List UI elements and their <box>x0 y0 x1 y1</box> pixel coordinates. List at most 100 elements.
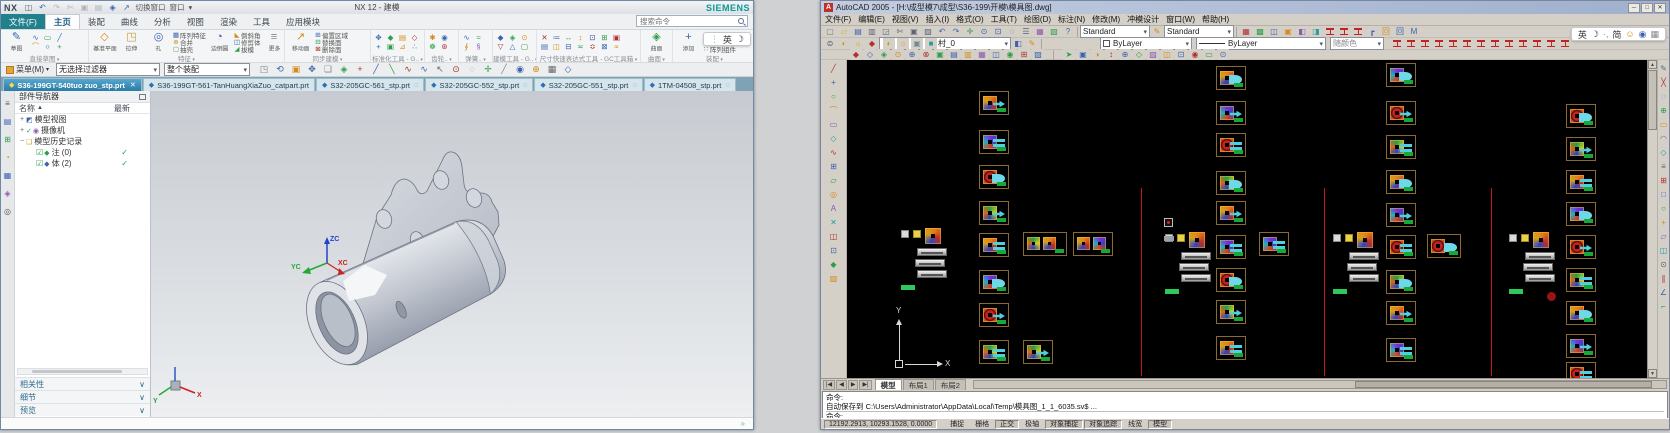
snap-tool-icon[interactable]: ▤ <box>948 49 960 60</box>
ribbon-button[interactable]: +添加 <box>675 31 702 53</box>
plot-style-dropdown[interactable]: 随颜色▾ <box>1330 37 1384 50</box>
dimension-tool-icon[interactable]: ⊡ <box>1175 49 1187 60</box>
dimension-tool-icon[interactable]: ⊕ <box>1119 49 1131 60</box>
die-design-tool-button[interactable] <box>1419 38 1431 49</box>
close-icon[interactable]: ✕ <box>130 81 136 89</box>
die-design-tool-button[interactable] <box>1447 38 1459 49</box>
tab-装配[interactable]: 装配 <box>80 14 113 29</box>
ribbon-grid-icon[interactable]: ∴ <box>409 42 420 51</box>
status-toggle-捕捉[interactable]: 捕捉 <box>945 420 969 429</box>
tree-expander-icon[interactable]: − <box>18 138 26 145</box>
die-design-tool-button[interactable] <box>1324 26 1336 37</box>
selection-tool-icon[interactable]: ∿ <box>417 63 431 76</box>
drawing-block[interactable] <box>1566 104 1596 128</box>
dimension-tool-icon[interactable]: ◑ <box>1091 49 1103 60</box>
ribbon-grid-icon[interactable]: ⊞ <box>599 33 610 42</box>
draw-tool-icon[interactable]: + <box>827 77 840 89</box>
selection-tool-icon[interactable]: ◳ <box>257 63 271 76</box>
ime-emoji-icon[interactable]: ☺ <box>1625 29 1634 39</box>
layer-tool-icon[interactable]: ☼ <box>852 38 864 49</box>
tab-曲线[interactable]: 曲线 <box>113 14 146 29</box>
drawing-block[interactable] <box>979 340 1009 364</box>
standard-toolbar-icon[interactable]: ↶ <box>936 26 948 37</box>
drawing-block[interactable] <box>1386 203 1416 227</box>
close-button[interactable]: ✕ <box>1654 3 1666 13</box>
ribbon-grid-icon[interactable]: ◆ <box>495 33 506 42</box>
ribbon-grid-icon[interactable]: ↕ <box>575 33 586 42</box>
draw-tool-icon[interactable]: ◫ <box>827 231 840 243</box>
status-expand-icon[interactable]: » <box>741 419 745 428</box>
selection-tool-icon[interactable]: ▣ <box>289 63 303 76</box>
ribbon-grid-icon[interactable]: ▤ <box>539 42 550 51</box>
standard-toolbar-icon[interactable]: ↷ <box>950 26 962 37</box>
part-views-cluster[interactable] <box>1509 232 1565 294</box>
menu-dropdown-button[interactable]: 菜单(M)▾ <box>3 64 52 76</box>
standard-toolbar-icon[interactable]: ▱ <box>838 26 850 37</box>
drawing-block[interactable] <box>1216 300 1246 324</box>
standard-toolbar-icon[interactable]: ◌ <box>1006 26 1018 37</box>
dimension-tool-icon[interactable]: ◫ <box>1161 49 1173 60</box>
search-input[interactable] <box>640 17 730 26</box>
ribbon-grid-icon[interactable]: ▤ <box>397 33 408 42</box>
modify-tool-icon[interactable]: ▭ <box>1657 119 1670 131</box>
ime-language-toggle[interactable]: 英 <box>723 33 732 46</box>
drawing-block[interactable] <box>1216 101 1246 125</box>
menu-工具(T)[interactable]: 工具(T) <box>991 14 1017 25</box>
drawing-block[interactable] <box>1566 301 1596 325</box>
ribbon-group-label[interactable]: 特征 <box>89 53 284 62</box>
draw-tool-icon[interactable]: A <box>827 203 840 215</box>
dimension-tool-icon[interactable]: ▨ <box>1147 49 1159 60</box>
ime-moon-icon[interactable]: ☽ <box>736 34 744 45</box>
standard-toolbar-icon[interactable]: ▨ <box>922 26 934 37</box>
ribbon-button[interactable]: ≡更多 <box>261 31 285 53</box>
drawing-block[interactable] <box>1386 101 1416 125</box>
die-design-tool-button[interactable] <box>1503 38 1515 49</box>
die-design-tool-button[interactable] <box>1461 38 1473 49</box>
pencil-icon[interactable]: ✎ <box>1151 26 1163 37</box>
standard-toolbar-icon[interactable]: ◲ <box>880 26 892 37</box>
resource-bar-icon[interactable]: ⊞ <box>2 134 14 146</box>
ime-simplified-toggle[interactable]: 简 <box>1612 28 1621 41</box>
resource-bar-icon[interactable]: ▦ <box>2 170 14 182</box>
chevron-down-icon[interactable]: ▾ <box>189 3 193 12</box>
drawing-block[interactable] <box>1073 232 1113 256</box>
layer-tool-icon[interactable]: ◧ <box>1012 38 1024 49</box>
drawing-block[interactable] <box>1386 301 1416 325</box>
nx-title-bar[interactable]: NX ◫↶↷✄▣▤◈↗ 切换窗口 窗口 ▾ NX 12 - 建模 SIEMENS <box>1 1 753 14</box>
status-toggle-模型[interactable]: 模型 <box>1148 420 1172 429</box>
layer-state-icon[interactable]: ☼ <box>897 38 909 49</box>
drawing-block[interactable] <box>1566 268 1596 292</box>
selection-filter-dropdown[interactable]: 无选择过滤器▾ <box>56 63 160 76</box>
selection-tool-icon[interactable]: ◇ <box>561 63 575 76</box>
ribbon-grid-icon[interactable]: ▽ <box>495 42 506 51</box>
draw-tool-icon[interactable]: ⊞ <box>827 161 840 173</box>
tab-pin-icon[interactable]: ◌ <box>414 82 418 89</box>
modify-tool-icon[interactable]: ∠ <box>1657 287 1670 299</box>
tab-主页[interactable]: 主页 <box>45 14 80 29</box>
tab-scroll-button[interactable]: ◀ <box>836 380 847 390</box>
ribbon-grid-icon[interactable]: ▣ <box>611 33 622 42</box>
ime-keyboard-icon[interactable]: ▦ <box>1650 29 1659 40</box>
draw-tool-icon[interactable]: ○ <box>827 91 840 103</box>
scrollbar-thumb[interactable] <box>1355 381 1653 388</box>
tab-scroll-button[interactable]: ▶| <box>859 380 871 390</box>
command-search-box[interactable] <box>636 15 748 27</box>
navigator-column-headers[interactable]: 名称▲最新 <box>15 103 150 114</box>
ribbon-grid-icon[interactable]: ▣ <box>385 42 396 51</box>
ribbon-group-label[interactable]: 标准化工具 - G.. <box>371 53 424 62</box>
selection-tool-icon[interactable]: ✥ <box>305 63 319 76</box>
status-toggle-栅格[interactable]: 栅格 <box>970 420 994 429</box>
dimension-tool-icon[interactable]: ▣ <box>1077 49 1089 60</box>
selection-tool-icon[interactable]: ╱ <box>497 63 511 76</box>
part-navigator-header[interactable]: 部件导航器 <box>15 91 150 103</box>
scrollbar-thumb[interactable] <box>1648 70 1657 130</box>
resource-bar-icon[interactable]: ◔ <box>2 152 14 164</box>
quick-access-icon[interactable]: ◈ <box>107 2 119 13</box>
drawing-block[interactable] <box>1386 338 1416 362</box>
menu-帮助(H)[interactable]: 帮助(H) <box>1202 14 1229 25</box>
ribbon-grid-icon[interactable]: △ <box>507 42 518 51</box>
ribbon-group-label[interactable]: 尺寸快速表达式工具 - GC工具箱 <box>537 53 640 62</box>
custom-tool-icon[interactable]: ┏ <box>1366 26 1378 37</box>
menu-插入(I)[interactable]: 插入(I) <box>926 14 950 25</box>
drawing-block[interactable] <box>979 165 1009 189</box>
